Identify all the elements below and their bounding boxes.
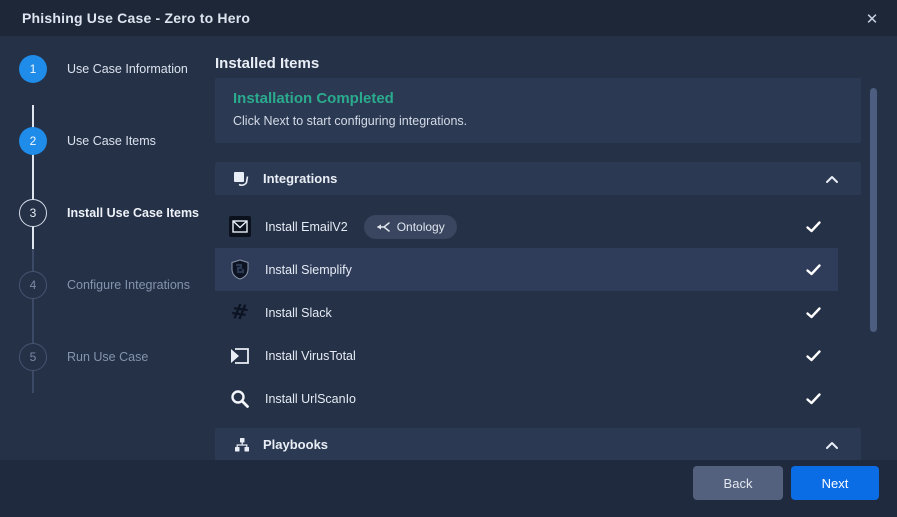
step-number: 3: [19, 199, 47, 227]
wizard-stepper: 1 Use Case Information 2 Use Case Items …: [0, 36, 210, 466]
section-label: Integrations: [263, 171, 825, 186]
check-icon: [805, 304, 822, 321]
playbooks-icon: [233, 436, 251, 454]
page-title: Installed Items: [215, 55, 319, 72]
search-icon: [229, 388, 251, 410]
siemplify-icon: [229, 259, 251, 281]
window-title: Phishing Use Case - Zero to Hero: [22, 10, 250, 26]
titlebar: Phishing Use Case - Zero to Hero ✕: [0, 0, 897, 36]
list-item-install-slack[interactable]: # Install Slack: [215, 291, 838, 334]
step-label: Install Use Case Items: [67, 206, 199, 220]
check-icon: [805, 390, 822, 407]
step-number: 5: [19, 343, 47, 371]
ontology-badge[interactable]: Ontology: [364, 215, 457, 239]
step-number: 2: [19, 127, 47, 155]
banner-title: Installation Completed: [233, 90, 843, 107]
step-configure-integrations[interactable]: 4 Configure Integrations: [19, 271, 190, 299]
step-label: Run Use Case: [67, 350, 148, 364]
close-icon[interactable]: ✕: [861, 8, 883, 30]
back-button[interactable]: Back: [693, 466, 783, 500]
step-label: Configure Integrations: [67, 278, 190, 292]
list-item-label: Install VirusTotal: [265, 349, 356, 363]
scrollbar[interactable]: [870, 88, 877, 332]
chevron-up-icon[interactable]: [825, 440, 839, 450]
banner-subtitle: Click Next to start configuring integrat…: [233, 114, 843, 128]
section-header-integrations[interactable]: Integrations: [215, 162, 861, 195]
install-use-case-modal: Phishing Use Case - Zero to Hero ✕ 1 Use…: [0, 0, 897, 517]
installation-completed-banner: Installation Completed Click Next to sta…: [215, 78, 861, 143]
step-install-use-case-items[interactable]: 3 Install Use Case Items: [19, 199, 199, 227]
list-item-install-emailv2[interactable]: Install EmailV2 Ontology: [215, 205, 838, 248]
check-icon: [805, 218, 822, 235]
section-label: Playbooks: [263, 437, 825, 452]
badge-label: Ontology: [397, 220, 445, 234]
check-icon: [805, 261, 822, 278]
chevron-up-icon[interactable]: [825, 174, 839, 184]
next-button[interactable]: Next: [791, 466, 879, 500]
list-item-label: Install EmailV2: [265, 220, 348, 234]
step-number: 1: [19, 55, 47, 83]
email-icon: [229, 216, 251, 238]
step-label: Use Case Items: [67, 134, 156, 148]
slack-icon: #: [229, 302, 251, 324]
list-item-install-urlscanio[interactable]: Install UrlScanIo: [215, 377, 838, 420]
step-number: 4: [19, 271, 47, 299]
list-item-label: Install Siemplify: [265, 263, 352, 277]
list-item-install-virustotal[interactable]: Install VirusTotal: [215, 334, 838, 377]
virustotal-icon: [229, 345, 251, 367]
check-icon: [805, 347, 822, 364]
integrations-icon: [233, 170, 251, 188]
step-label: Use Case Information: [67, 62, 188, 76]
list-item-label: Install Slack: [265, 306, 332, 320]
list-item-install-siemplify[interactable]: Install Siemplify: [215, 248, 838, 291]
section-header-playbooks[interactable]: Playbooks: [215, 428, 861, 461]
step-use-case-information[interactable]: 1 Use Case Information: [19, 55, 188, 83]
step-use-case-items[interactable]: 2 Use Case Items: [19, 127, 156, 155]
step-run-use-case[interactable]: 5 Run Use Case: [19, 343, 148, 371]
list-item-label: Install UrlScanIo: [265, 392, 356, 406]
ontology-fork-icon: [376, 221, 390, 233]
footer: Back Next: [0, 460, 897, 517]
